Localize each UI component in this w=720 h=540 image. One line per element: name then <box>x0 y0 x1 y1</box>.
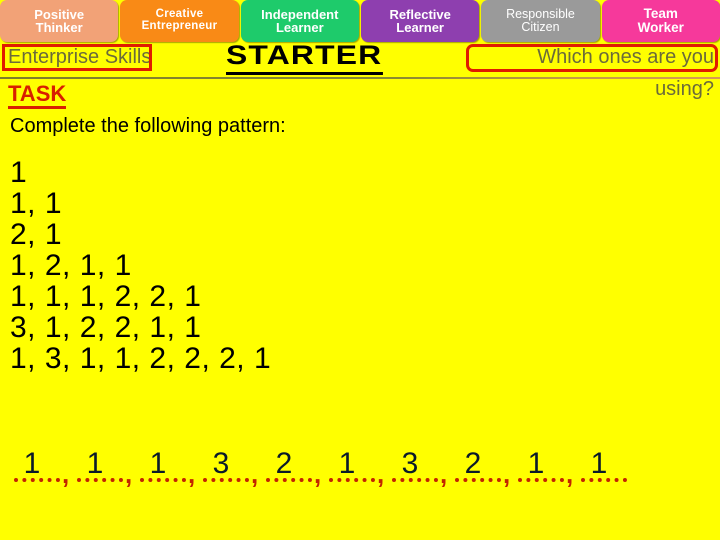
answer-number: 1 <box>149 447 167 480</box>
answer-separator: , <box>188 459 196 489</box>
tab-creative-entrepreneur[interactable]: Creative Entrepreneur <box>120 0 239 42</box>
question-highlight-box <box>466 44 718 72</box>
tab-label-line1: Reflective <box>389 6 451 22</box>
answer-cell: 1, <box>14 448 76 494</box>
subtitle-row: Enterprise Skills STARTER Which ones are… <box>0 40 720 100</box>
tab-reflective-learner[interactable]: Reflective Learner <box>360 0 480 42</box>
answer-number: 1 <box>338 447 356 480</box>
answer-number: 1 <box>86 447 104 480</box>
answer-blank[interactable] <box>518 478 564 482</box>
tab-label-line1: Team <box>643 6 678 22</box>
answer-cell: 2, <box>266 448 328 494</box>
tab-label-line2: Worker <box>637 20 684 35</box>
answer-separator: , <box>377 459 385 489</box>
answer-number: 3 <box>212 447 230 480</box>
pattern-line: 3, 1, 2, 2, 1, 1 <box>10 311 202 344</box>
answer-blank[interactable] <box>140 478 186 482</box>
answer-blank[interactable] <box>581 478 627 482</box>
answer-cell: 1, <box>140 448 202 494</box>
answer-number: 1 <box>23 447 41 480</box>
task-instruction: Complete the following pattern: <box>10 115 286 137</box>
starter-heading: STARTER <box>226 40 383 75</box>
answer-cell: 3, <box>203 448 265 494</box>
tab-responsible-citizen[interactable]: Responsible Citizen <box>481 0 600 42</box>
pattern-line: 1, 3, 1, 1, 2, 2, 2, 1 <box>10 342 272 375</box>
answer-number: 2 <box>464 447 482 480</box>
answer-number: 1 <box>527 447 545 480</box>
tab-label-line2: Entrepreneur <box>141 20 218 32</box>
pattern-line: 1, 1 <box>10 187 63 220</box>
tab-label-line2: Citizen <box>521 20 560 34</box>
tab-label-line2: Learner <box>396 20 444 35</box>
answer-number: 2 <box>275 447 293 480</box>
header-tab-strip: Positive Thinker Creative Entrepreneur I… <box>0 0 720 42</box>
answer-blank[interactable] <box>392 478 438 482</box>
answer-blank[interactable] <box>266 478 312 482</box>
answer-separator: , <box>125 459 133 489</box>
tab-label-line2: Thinker <box>35 20 83 35</box>
answer-separator: , <box>503 459 511 489</box>
section-divider <box>0 77 720 79</box>
answer-blanks-row: 1,1,1,3,2,1,3,2,1,1 <box>14 448 674 496</box>
answer-blank[interactable] <box>455 478 501 482</box>
answer-cell: 1, <box>329 448 391 494</box>
pattern-line: 1, 1, 1, 2, 2, 1 <box>10 280 202 313</box>
task-heading: TASK <box>8 81 67 110</box>
tab-independent-learner[interactable]: Independent Learner <box>240 0 359 42</box>
answer-separator: , <box>440 459 448 489</box>
tab-team-worker[interactable]: Team Worker <box>601 0 720 42</box>
answer-cell: 1, <box>518 448 580 494</box>
pattern-line: 1, 2, 1, 1 <box>10 249 132 282</box>
answer-number: 3 <box>401 447 419 480</box>
enterprise-skills-highlight-box <box>2 44 152 71</box>
answer-cell: 1, <box>77 448 139 494</box>
answer-cell: 1 <box>581 448 643 494</box>
answer-number: 1 <box>590 447 608 480</box>
question-prompt-line2: using? <box>655 78 714 100</box>
answer-separator: , <box>62 459 70 489</box>
answer-blank[interactable] <box>329 478 375 482</box>
answer-cell: 3, <box>392 448 454 494</box>
tab-label-line1: Independent <box>261 6 339 22</box>
answer-blank[interactable] <box>77 478 123 482</box>
answer-separator: , <box>251 459 259 489</box>
tab-label-line2: Learner <box>275 20 324 35</box>
pattern-line: 2, 1 <box>10 218 63 251</box>
tab-positive-thinker[interactable]: Positive Thinker <box>0 0 119 42</box>
answer-cell: 2, <box>455 448 517 494</box>
answer-blank[interactable] <box>203 478 249 482</box>
pattern-sequence-list: 1 1, 1 2, 1 1, 2, 1, 1 1, 1, 1, 2, 2, 1 … <box>10 157 710 374</box>
tab-label-line1: Positive <box>34 6 85 22</box>
answer-blank[interactable] <box>14 478 60 482</box>
answer-separator: , <box>566 459 574 489</box>
answer-separator: , <box>314 459 322 489</box>
pattern-line: 1 <box>10 156 28 189</box>
